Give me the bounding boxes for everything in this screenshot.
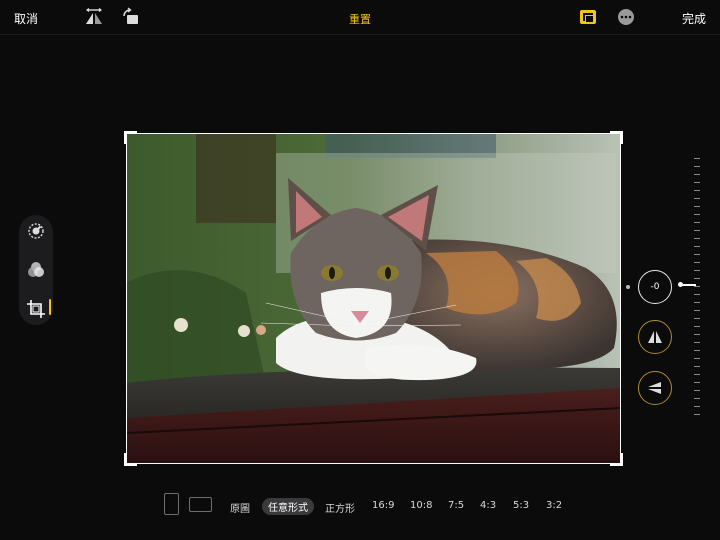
ruler-tick xyxy=(694,166,700,167)
ruler-tick xyxy=(694,190,700,191)
ruler-tick xyxy=(694,270,700,271)
ruler-tick xyxy=(694,238,700,239)
aspect-7-5[interactable]: 7:5 xyxy=(448,500,464,511)
ruler-tick xyxy=(694,318,700,319)
more-options-icon[interactable] xyxy=(616,7,636,27)
straighten-ruler[interactable] xyxy=(692,158,702,415)
aspect-ratio-bar: 原圖 任意形式 正方形 16:9 10:8 7:5 4:3 5:3 3:2 xyxy=(0,492,720,520)
ruler-tick xyxy=(694,198,700,199)
aspect-original[interactable]: 原圖 xyxy=(230,500,250,515)
ruler-tick xyxy=(694,158,700,159)
ruler-tick xyxy=(694,286,700,287)
ruler-tick xyxy=(694,310,700,311)
rotate-icon[interactable] xyxy=(121,7,141,27)
ruler-tick xyxy=(694,414,700,415)
ruler-tick xyxy=(694,406,700,407)
ruler-tick xyxy=(694,246,700,247)
straighten-dial[interactable]: -0 xyxy=(638,270,672,304)
tool-sidebar xyxy=(19,215,53,325)
ruler-tick xyxy=(694,214,700,215)
ruler-tick xyxy=(694,222,700,223)
ruler-current-dot xyxy=(678,282,683,287)
ruler-tick xyxy=(694,174,700,175)
ruler-tick xyxy=(694,254,700,255)
flip-horizontal-icon[interactable] xyxy=(84,7,104,27)
ruler-tick xyxy=(694,366,700,367)
straighten-value: -0 xyxy=(650,282,660,292)
dial-indicator-dot xyxy=(626,285,630,289)
horizontal-perspective-icon xyxy=(648,382,661,394)
aspect-ratio-icon[interactable] xyxy=(578,7,598,27)
ruler-tick xyxy=(694,342,700,343)
ruler-tick xyxy=(694,350,700,351)
ruler-tick xyxy=(694,302,700,303)
ruler-tick xyxy=(694,278,700,279)
aspect-3-2[interactable]: 3:2 xyxy=(546,500,562,511)
ruler-tick xyxy=(694,182,700,183)
done-button[interactable]: 完成 xyxy=(682,10,706,27)
landscape-orientation-button[interactable] xyxy=(189,497,212,512)
aspect-10-8[interactable]: 10:8 xyxy=(410,500,432,511)
active-tool-indicator xyxy=(49,299,51,315)
ruler-tick xyxy=(694,206,700,207)
aspect-freeform[interactable]: 任意形式 xyxy=(262,498,314,515)
aspect-16-9[interactable]: 16:9 xyxy=(372,500,394,511)
reset-button[interactable]: 重置 xyxy=(349,11,371,27)
aspect-4-3[interactable]: 4:3 xyxy=(480,500,496,511)
ruler-tick xyxy=(694,382,700,383)
photo-canvas[interactable] xyxy=(126,133,621,464)
ruler-tick xyxy=(694,294,700,295)
filters-icon[interactable] xyxy=(26,260,46,280)
cat-photo xyxy=(126,133,621,464)
portrait-orientation-button[interactable] xyxy=(164,493,179,515)
ruler-tick xyxy=(694,334,700,335)
ruler-tick xyxy=(694,230,700,231)
aspect-square[interactable]: 正方形 xyxy=(325,500,355,515)
crop-icon[interactable] xyxy=(26,299,46,319)
aspect-5-3[interactable]: 5:3 xyxy=(513,500,529,511)
adjust-icon[interactable] xyxy=(26,221,46,241)
ruler-tick xyxy=(694,390,700,391)
ruler-tick xyxy=(694,326,700,327)
ruler-tick xyxy=(694,262,700,263)
vertical-perspective-dial[interactable] xyxy=(638,320,672,354)
vertical-perspective-icon xyxy=(648,331,662,343)
cancel-button[interactable]: 取消 xyxy=(14,10,38,27)
ruler-tick xyxy=(694,374,700,375)
top-toolbar: 取消 重置 完成 xyxy=(0,0,720,35)
ruler-tick xyxy=(694,358,700,359)
horizontal-perspective-dial[interactable] xyxy=(638,371,672,405)
ruler-tick xyxy=(694,398,700,399)
